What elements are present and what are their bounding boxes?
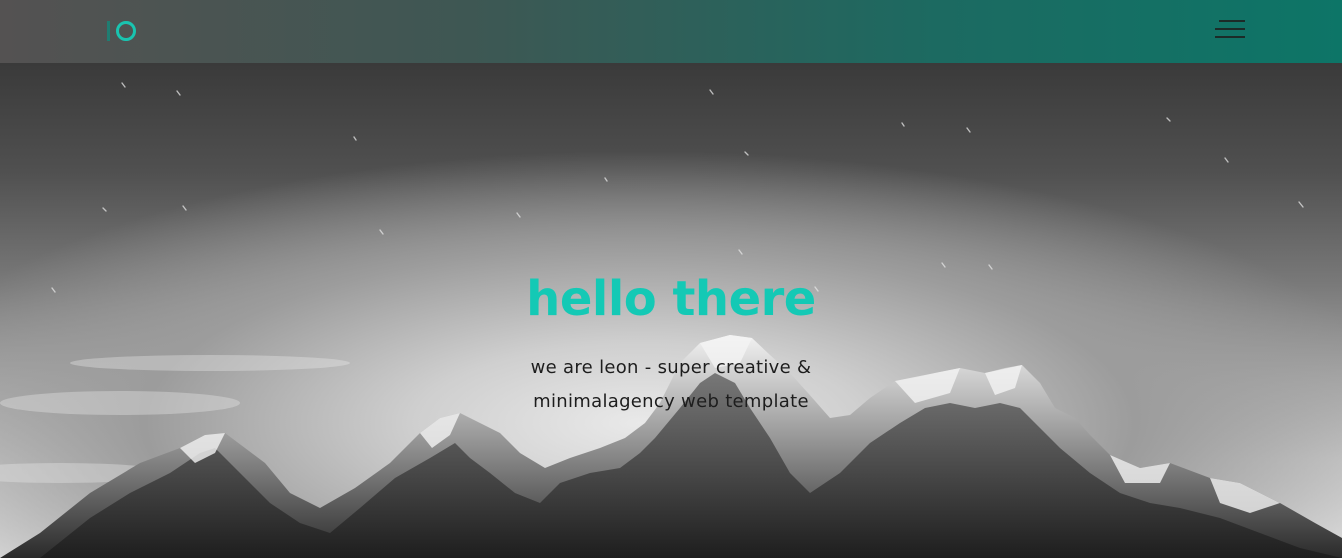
hero-subtitle-line-2: minimalagency web template xyxy=(533,391,809,412)
logo-bar xyxy=(107,21,110,41)
hero-title: hello there xyxy=(526,271,816,327)
site-header xyxy=(0,0,1342,63)
hero-section: hello there we are leon - super creative… xyxy=(0,63,1342,558)
hero-subtitle-line-1: we are leon - super creative & xyxy=(530,357,812,378)
hero-text: hello there we are leon - super creative… xyxy=(0,269,1342,419)
logo-ring xyxy=(116,21,136,41)
page: hello there we are leon - super creative… xyxy=(0,0,1342,558)
hamburger-menu-icon[interactable] xyxy=(1210,14,1250,44)
logo[interactable] xyxy=(107,20,136,42)
hero-subtitle: we are leon - super creative & minimalag… xyxy=(501,351,841,419)
